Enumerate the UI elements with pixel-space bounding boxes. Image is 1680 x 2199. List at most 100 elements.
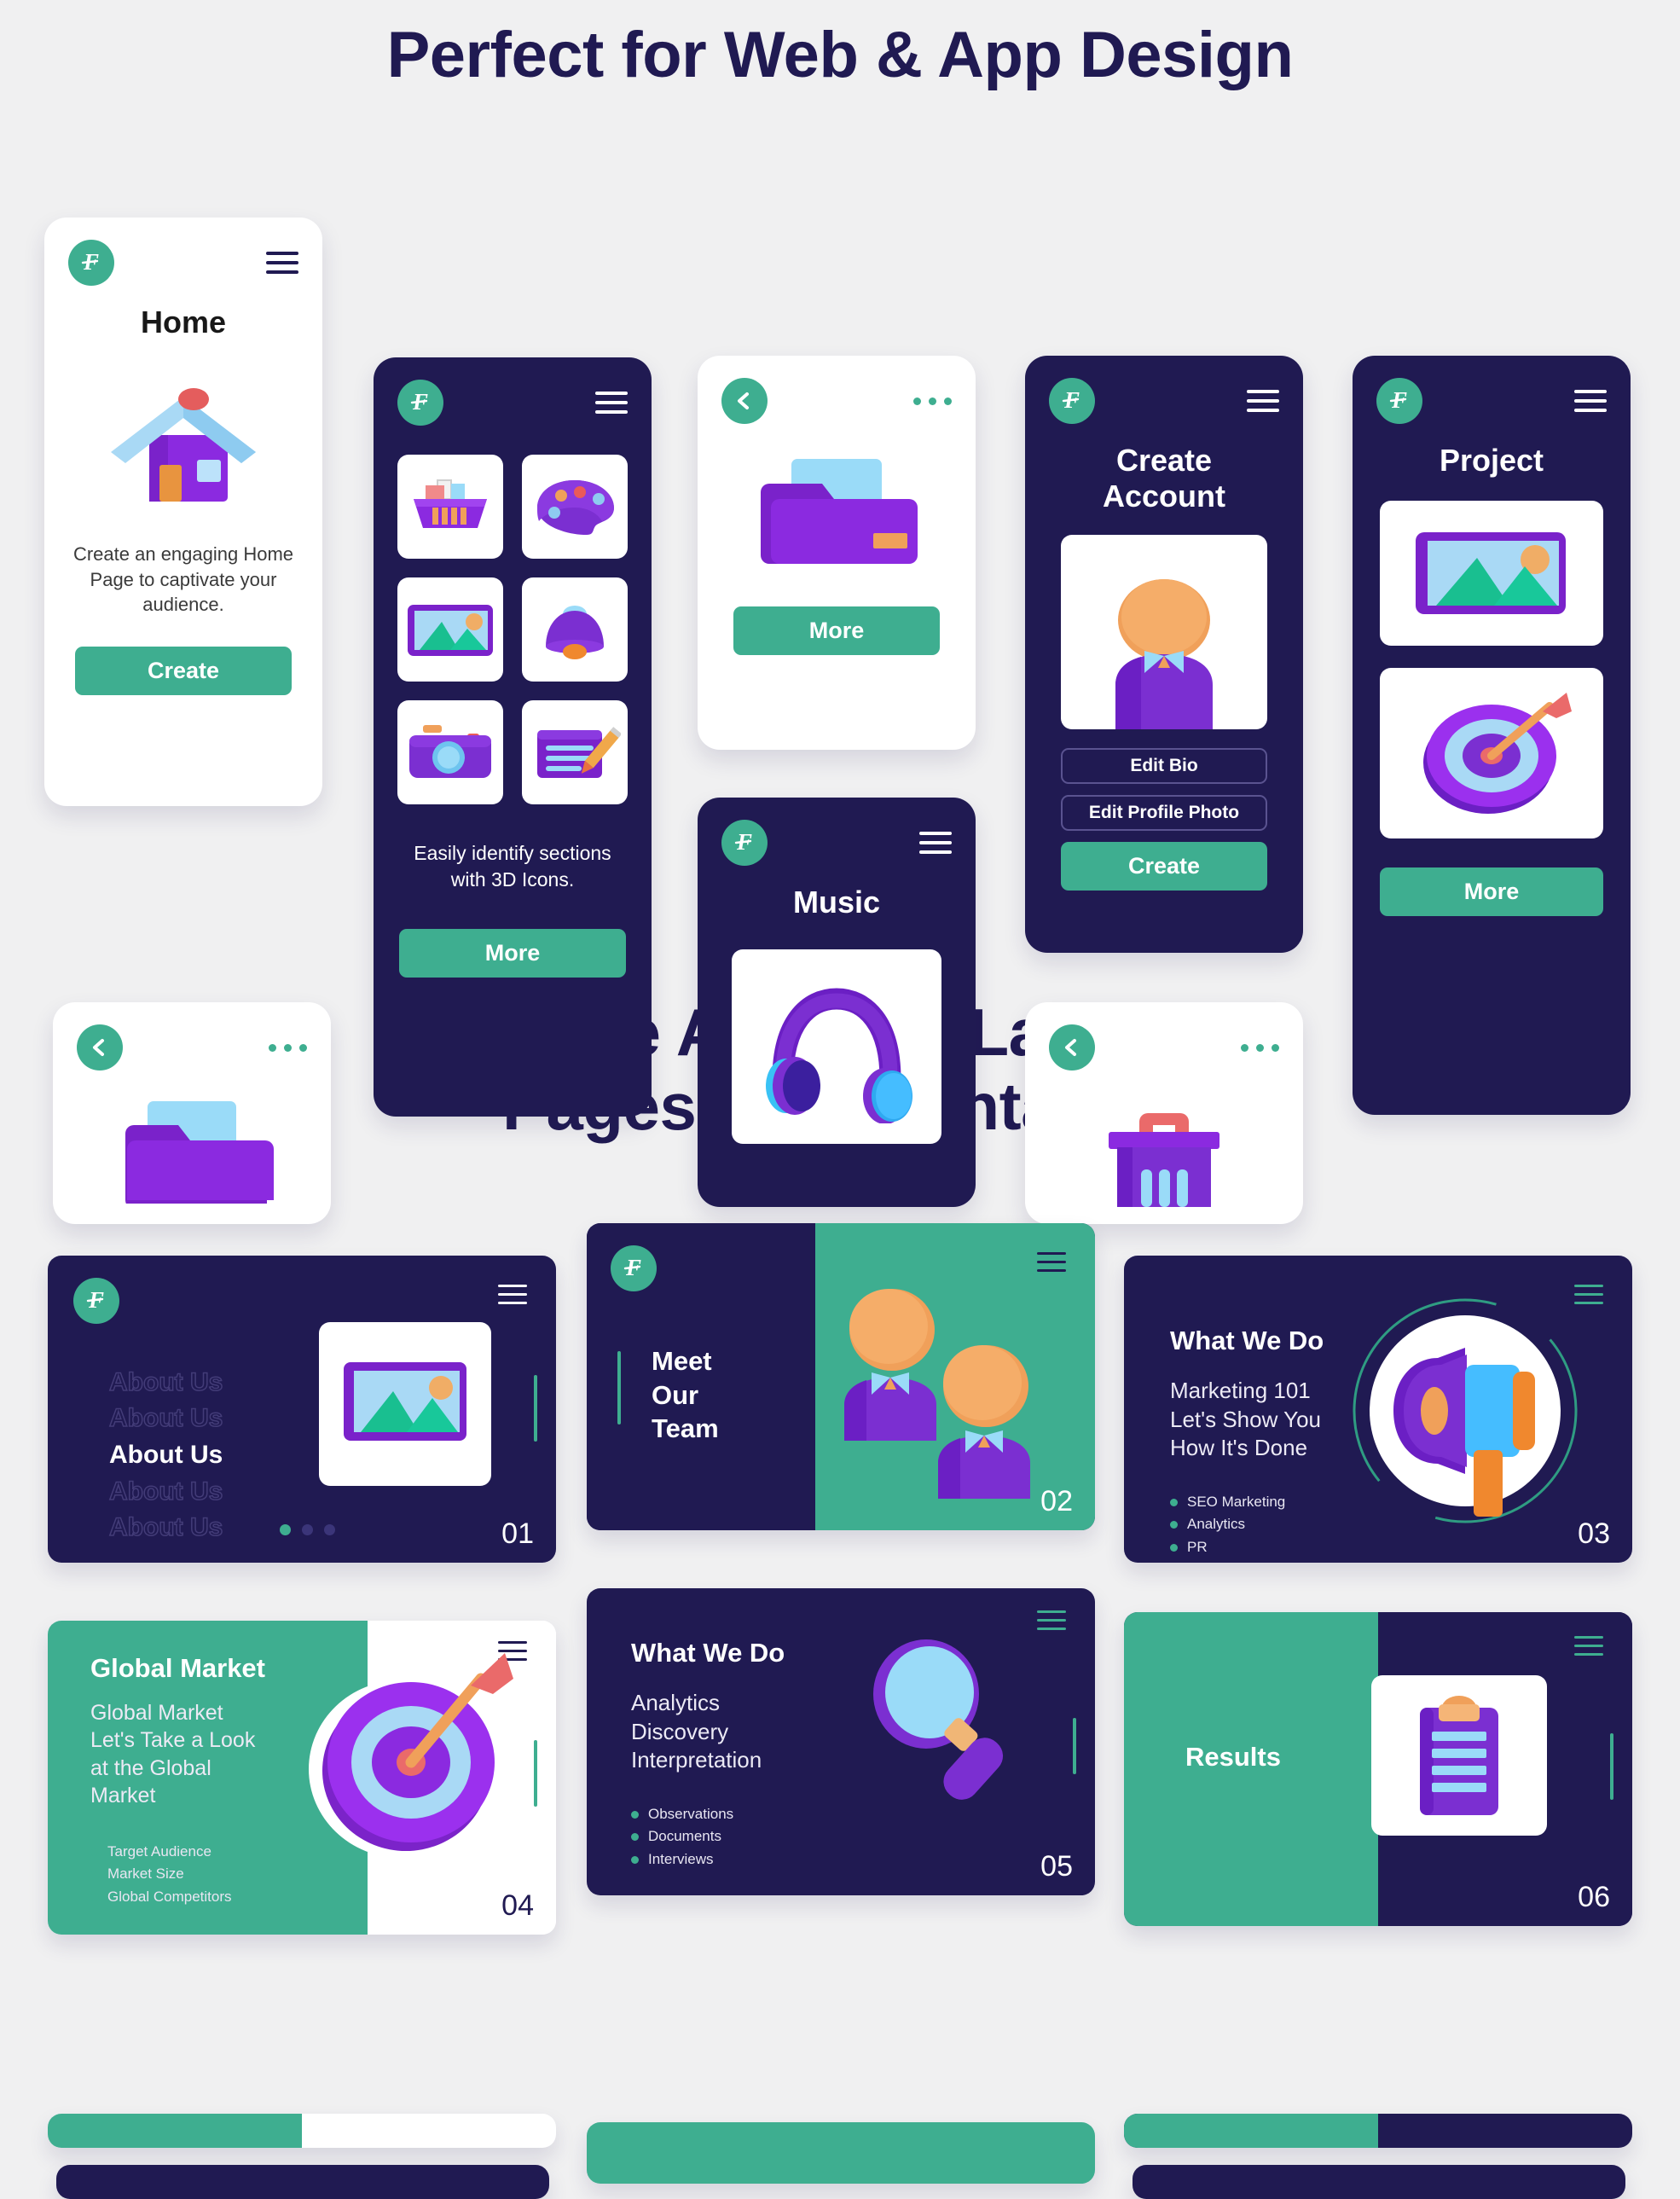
phone-header-icons-grid: F — [374, 357, 652, 426]
phone-card-icons-grid[interactable]: F Easily identify sections with 3D Icons… — [374, 357, 652, 1117]
phone-card-home[interactable]: F Home Create an engaging Home Page to c… — [44, 218, 322, 807]
landing-card-stub-left-bottom[interactable] — [56, 2165, 549, 2199]
more-options-icon[interactable] — [269, 1043, 307, 1052]
phone-card-folder-top[interactable]: More — [698, 356, 976, 751]
phone-header-music: F — [698, 798, 976, 867]
more-options-icon[interactable] — [913, 397, 952, 405]
body-line-2: Discovery — [631, 1718, 729, 1744]
phone-mockups-section: F Home Create an engaging Home Page to c… — [0, 142, 1680, 1225]
tile-basket[interactable] — [397, 455, 503, 560]
landing-card-stub-middle[interactable] — [587, 2122, 1095, 2184]
brand-logo-icon[interactable]: F — [611, 1245, 657, 1291]
hamburger-menu-icon[interactable] — [498, 1284, 527, 1304]
pager-dot-1[interactable] — [280, 1523, 291, 1535]
back-chevron-icon[interactable] — [77, 1024, 123, 1071]
tile-image[interactable] — [397, 577, 503, 682]
bullet-1: SEO Marketing — [1170, 1491, 1285, 1513]
brand-logo-icon[interactable]: F — [721, 820, 768, 867]
card-title-results: Results — [1185, 1741, 1281, 1772]
phone-description-home: Create an engaging Home Page to captivat… — [72, 542, 294, 616]
folder-3d-icon — [53, 1093, 331, 1204]
phone-card-music[interactable]: F Music — [698, 798, 976, 1208]
card-bullets-04: Target Audience Market Size Global Compe… — [90, 1841, 232, 1908]
landing-card-03[interactable]: What We Do Marketing 101 Let's Show You … — [1124, 1255, 1632, 1563]
hamburger-menu-icon[interactable] — [266, 252, 298, 275]
card-number-06: 06 — [1578, 1880, 1610, 1913]
person-3d-avatar-icon — [1061, 534, 1267, 729]
card-number-01: 01 — [501, 1517, 534, 1550]
brand-logo-icon[interactable]: F — [1049, 378, 1095, 425]
card-bullets-05: Observations Documents Interviews — [631, 1803, 733, 1871]
phone-card-project[interactable]: F Project More — [1353, 356, 1631, 1116]
tile-project-target[interactable] — [1380, 667, 1603, 838]
carousel-pager[interactable] — [280, 1523, 335, 1535]
menu-item-about-us-4[interactable]: About Us — [108, 1474, 223, 1511]
body-line-3: Interpretation — [631, 1747, 762, 1773]
back-chevron-icon[interactable] — [1049, 1024, 1095, 1071]
card-body-03: Marketing 101 Let's Show You How It's Do… — [1170, 1377, 1321, 1463]
hamburger-menu-icon[interactable] — [1574, 1635, 1603, 1656]
landing-card-05[interactable]: What We Do Analytics Discovery Interpret… — [587, 1587, 1095, 1895]
create-button-home[interactable]: Create — [75, 646, 292, 695]
phone-header-home: F — [44, 218, 322, 287]
menu-item-about-us-1[interactable]: About Us — [108, 1365, 223, 1401]
hamburger-menu-icon[interactable] — [919, 832, 952, 855]
brand-logo-icon[interactable]: F — [397, 380, 443, 426]
landing-cards-section: F About Us About Us About Us About Us Ab… — [0, 1204, 1680, 1955]
bullet-3: Interviews — [631, 1848, 733, 1871]
landing-card-06[interactable]: Results 06 — [1124, 1611, 1632, 1926]
edit-profile-photo-button[interactable]: Edit Profile Photo — [1061, 794, 1267, 831]
create-account-title-line2: Account — [1103, 478, 1225, 513]
body-line-3: How It's Done — [1170, 1435, 1308, 1461]
hamburger-menu-icon[interactable] — [1574, 390, 1607, 413]
phone-title-create-account: Create Account — [1025, 443, 1303, 514]
tile-project-image[interactable] — [1380, 500, 1603, 646]
body-line-3: at the Global — [90, 1755, 211, 1780]
clipboard-3d-icon-box — [1371, 1674, 1547, 1836]
hamburger-menu-icon[interactable] — [1037, 1251, 1066, 1272]
card-number-02: 02 — [1040, 1484, 1073, 1517]
landing-card-stub-right-bottom[interactable] — [1133, 2165, 1625, 2199]
menu-item-about-us-2[interactable]: About Us — [108, 1401, 223, 1437]
landing-card-stub-right-top[interactable] — [1124, 2114, 1632, 2148]
hamburger-menu-icon[interactable] — [1037, 1610, 1066, 1630]
back-chevron-icon[interactable] — [721, 378, 768, 425]
pager-dot-2[interactable] — [302, 1523, 313, 1535]
tile-bell[interactable] — [522, 577, 628, 682]
accent-bar — [534, 1374, 537, 1442]
more-options-icon[interactable] — [1241, 1043, 1279, 1052]
tile-note-edit[interactable] — [522, 700, 628, 805]
menu-item-about-us-3-active[interactable]: About Us — [109, 1437, 223, 1474]
more-button-folder-top[interactable]: More — [733, 606, 940, 656]
phone-card-create-account[interactable]: F Create Account Edit Bio Edit Profile P… — [1025, 356, 1303, 954]
landing-card-04[interactable]: Global Market Global Market Let's Take a… — [48, 1620, 556, 1935]
accent-bar — [1073, 1717, 1076, 1774]
create-button-account[interactable]: Create — [1061, 841, 1267, 891]
card-body-04: Global Market Let's Take a Look at the G… — [90, 1699, 255, 1810]
phone-card-basket[interactable] — [1025, 1002, 1303, 1225]
create-account-title-line1: Create — [1115, 443, 1213, 479]
bullet-3: Global Competitors — [90, 1886, 232, 1908]
landing-card-01[interactable]: F About Us About Us About Us About Us Ab… — [48, 1255, 556, 1563]
landing-card-02[interactable]: F Meet Our Team 02 — [587, 1222, 1095, 1530]
house-3d-icon — [44, 371, 322, 516]
hamburger-menu-icon[interactable] — [595, 392, 628, 415]
tile-camera[interactable] — [397, 700, 503, 805]
hamburger-menu-icon[interactable] — [1247, 390, 1279, 413]
card-title-global-market: Global Market — [90, 1652, 265, 1683]
edit-bio-button[interactable]: Edit Bio — [1061, 747, 1267, 784]
menu-item-about-us-5[interactable]: About Us — [108, 1510, 223, 1546]
brand-logo-icon[interactable]: F — [73, 1277, 119, 1324]
body-line-1: Global Market — [90, 1700, 223, 1725]
bullet-2: Documents — [631, 1825, 733, 1848]
more-button-project[interactable]: More — [1380, 867, 1603, 916]
more-button-icons-grid[interactable]: More — [399, 929, 626, 978]
brand-logo-icon[interactable]: F — [68, 240, 114, 287]
pager-dot-3[interactable] — [324, 1523, 335, 1535]
phone-title-project: Project — [1439, 443, 1544, 479]
landing-card-stub-left-top[interactable] — [48, 2114, 556, 2148]
brand-logo-icon[interactable]: F — [1376, 378, 1422, 425]
magnifier-3d-icon — [856, 1629, 1018, 1821]
tile-palette[interactable] — [522, 455, 628, 560]
phone-card-folder-bottom[interactable] — [53, 1002, 331, 1225]
